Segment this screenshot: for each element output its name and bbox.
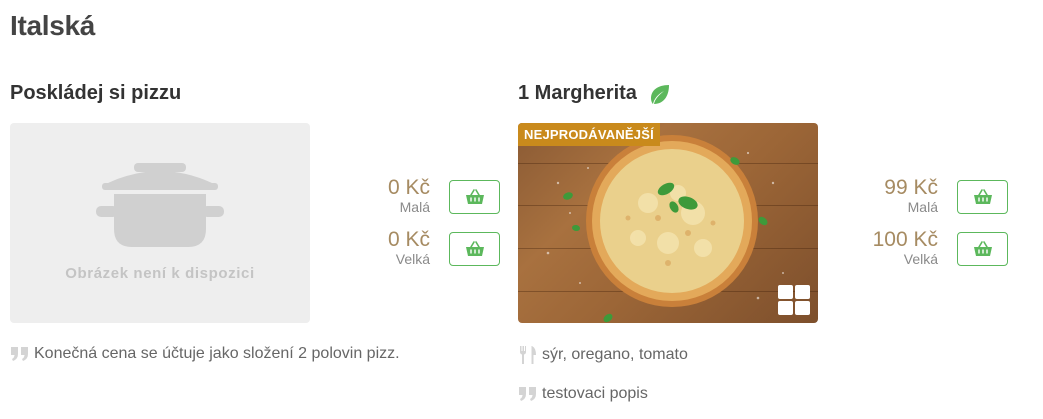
product-name-label: 1 Margherita (518, 82, 637, 104)
price-row-large: 0 Kč Velká (352, 228, 500, 280)
image-placeholder-text: Obrázek není k dispozici (65, 265, 255, 282)
add-to-cart-small-button[interactable] (449, 180, 500, 214)
price-row-small: 0 Kč Malá (352, 176, 500, 228)
product-name-label: Poskládej si pizzu (10, 82, 182, 104)
product-ingredients: sýr, oregano, tomato (518, 345, 688, 365)
basket-icon (973, 189, 992, 204)
price-amount: 99 Kč (884, 176, 938, 199)
product-card-custom-pizza: Poskládej si pizzu Obrázek není k dispoz… (10, 80, 500, 415)
product-image-placeholder: Obrázek není k dispozici (10, 123, 310, 323)
product-description: testovaci popis (518, 385, 648, 403)
product-name: Poskládej si pizzu (10, 82, 181, 105)
product-note-text: Konečná cena se účtuje jako složení 2 po… (34, 345, 400, 362)
bestseller-badge: NEJPRODÁVANĚJŠÍ (518, 123, 660, 146)
pizza-photo (546, 135, 784, 323)
price-size-label: Velká (903, 251, 938, 267)
quote-icon (11, 347, 28, 361)
add-to-cart-large-button[interactable] (449, 232, 500, 266)
price-amount: 0 Kč (387, 176, 430, 199)
price-row-small: 99 Kč Malá (860, 176, 1008, 228)
add-to-cart-small-button[interactable] (957, 180, 1008, 214)
gallery-grid-icon[interactable] (778, 285, 810, 315)
price-size-label: Velká (395, 251, 430, 267)
basket-icon (973, 241, 992, 256)
price-size-label: Malá (399, 199, 430, 215)
quote-icon (519, 387, 536, 401)
ingredients-text: sýr, oregano, tomato (542, 346, 688, 363)
category-title: Italská (10, 10, 96, 41)
basket-icon (465, 189, 484, 204)
price-amount: 100 Kč (872, 228, 938, 251)
product-image[interactable]: NEJPRODÁVANĚJŠÍ (518, 123, 818, 323)
product-card-margherita: 1 Margherita NEJPRODÁVANĚJŠÍ 99 Kč Malá … (518, 80, 1008, 415)
price-row-large: 100 Kč Velká (860, 228, 1008, 280)
price-list: 0 Kč Malá 0 Kč Velká (352, 176, 500, 280)
add-to-cart-large-button[interactable] (957, 232, 1008, 266)
price-size-label: Malá (907, 199, 938, 215)
product-name: 1 Margherita (518, 82, 671, 105)
basket-icon (465, 241, 484, 256)
price-list: 99 Kč Malá 100 Kč Velká (860, 176, 1008, 280)
fork-knife-icon (520, 346, 536, 364)
price-amount: 0 Kč (387, 228, 430, 251)
description-text: testovaci popis (542, 385, 648, 402)
product-note: Konečná cena se účtuje jako složení 2 po… (10, 345, 400, 363)
pot-icon (96, 163, 224, 247)
leaf-icon (650, 84, 669, 104)
